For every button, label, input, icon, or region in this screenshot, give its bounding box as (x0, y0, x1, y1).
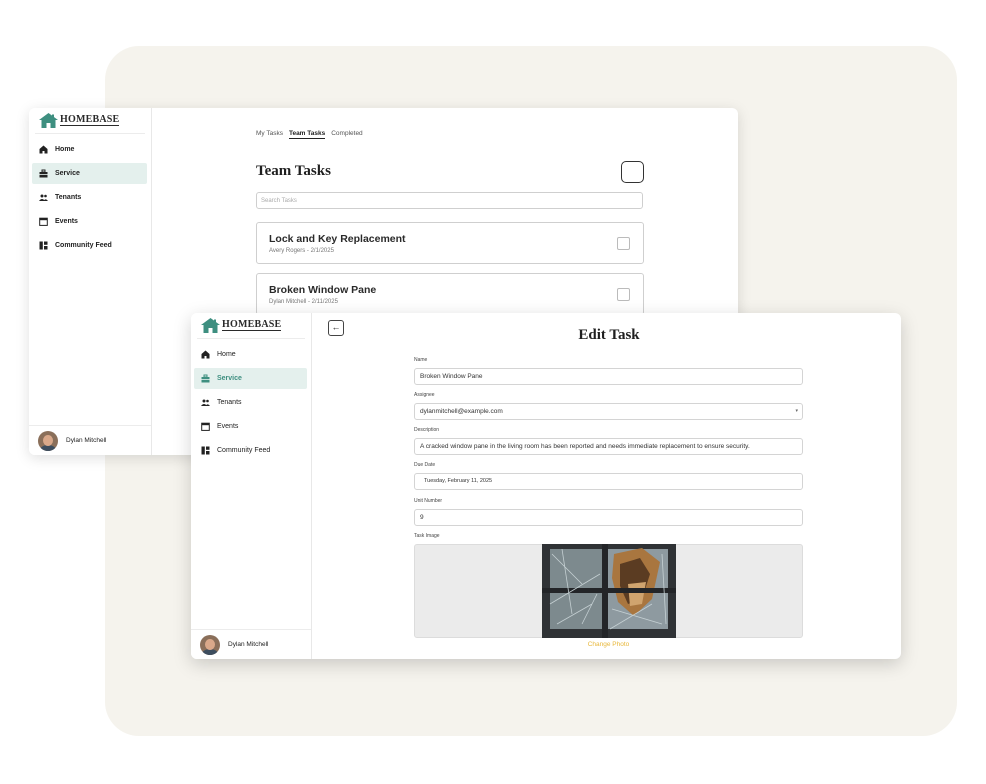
divider (197, 338, 305, 339)
sidebar-item-community-feed[interactable]: Community Feed (32, 235, 147, 256)
due-date-label: Due Date (414, 462, 436, 468)
sidebar-item-service[interactable]: Service (32, 163, 147, 184)
assignee-select[interactable]: dylanmitchell@example.com ▾ (414, 403, 803, 420)
sidebar-item-service[interactable]: Service (194, 368, 307, 389)
user-name: Dylan Mitchell (228, 641, 269, 648)
sidebar-item-label: Service (55, 170, 80, 177)
sidebar-nav: Home Service Tenants Events Community Fe… (194, 344, 307, 464)
unit-number-label: Unit Number (414, 498, 443, 504)
task-subtitle: Dylan Mitchell - 2/11/2025 (269, 299, 338, 305)
back-arrow-button[interactable]: ← (328, 320, 344, 336)
sidebar-item-label: Home (217, 351, 236, 358)
people-icon (201, 399, 210, 406)
description-field[interactable]: A cracked window pane in the living room… (414, 438, 803, 455)
divider (35, 133, 145, 134)
sidebar-item-label: Tenants (217, 399, 242, 406)
logo-text: HOMEBASE (222, 319, 282, 331)
toolbox-icon (201, 374, 210, 383)
assignee-label: Assignee (414, 392, 435, 398)
unit-number-field[interactable]: 9 (414, 509, 803, 526)
tab-team-tasks[interactable]: Team Tasks (288, 130, 326, 139)
user-name: Dylan Mitchell (66, 437, 107, 444)
sidebar-item-label: Community Feed (55, 242, 112, 249)
chevron-down-icon: ▾ (795, 408, 798, 414)
house-logo-icon (39, 113, 58, 128)
sidebar: HOMEBASE Home Service Tenants Events Com… (191, 313, 312, 659)
name-label: Name (414, 357, 428, 363)
house-logo-icon (201, 318, 220, 333)
people-icon (39, 194, 48, 201)
task-card[interactable]: Broken Window Pane Dylan Mitchell - 2/11… (256, 273, 644, 315)
sidebar-item-label: Events (55, 218, 78, 225)
task-checkbox[interactable] (617, 237, 630, 250)
sidebar-item-home[interactable]: Home (194, 344, 307, 365)
name-field[interactable]: Broken Window Pane (414, 368, 803, 385)
tab-completed[interactable]: Completed (331, 130, 362, 139)
sidebar-item-tenants[interactable]: Tenants (32, 187, 147, 208)
avatar (38, 430, 58, 451)
sidebar-item-events[interactable]: Events (194, 416, 307, 437)
grid-icon (201, 446, 210, 455)
task-subtitle: Avery Rogers - 2/1/2025 (269, 248, 334, 254)
sidebar-item-label: Home (55, 146, 75, 153)
sidebar-item-label: Service (217, 375, 242, 382)
task-card[interactable]: Lock and Key Replacement Avery Rogers - … (256, 222, 644, 264)
toolbox-icon (39, 169, 48, 178)
sidebar: HOMEBASE Home Service Tenants Events Com… (29, 108, 152, 455)
user-profile[interactable]: Dylan Mitchell (29, 425, 151, 455)
task-image-container (414, 544, 803, 638)
page-title: Edit Task (578, 327, 640, 343)
task-title: Broken Window Pane (269, 284, 377, 296)
sidebar-item-tenants[interactable]: Tenants (194, 392, 307, 413)
add-task-button[interactable] (621, 161, 644, 183)
task-tabs: My Tasks Team Tasks Completed (256, 130, 363, 139)
due-date-field[interactable]: Tuesday, February 11, 2025 (414, 473, 803, 490)
page-title: Team Tasks (256, 163, 331, 179)
logo[interactable]: HOMEBASE (39, 113, 120, 128)
calendar-icon (201, 422, 210, 431)
sidebar-item-home[interactable]: Home (32, 139, 147, 160)
task-checkbox[interactable] (617, 288, 630, 301)
sidebar-item-label: Events (217, 423, 239, 430)
assignee-value: dylanmitchell@example.com (420, 408, 503, 415)
grid-icon (39, 241, 48, 250)
home-icon (39, 145, 48, 154)
change-photo-link[interactable]: Change Photo (414, 641, 803, 648)
search-input[interactable]: Search Tasks (256, 192, 643, 209)
edit-task-window: HOMEBASE Home Service Tenants Events Com… (191, 313, 901, 659)
user-profile[interactable]: Dylan Mitchell (191, 629, 311, 659)
tab-my-tasks[interactable]: My Tasks (256, 130, 283, 139)
description-label: Description (414, 427, 440, 433)
sidebar-item-events[interactable]: Events (32, 211, 147, 232)
avatar (200, 634, 220, 655)
sidebar-nav: Home Service Tenants Events Community Fe… (32, 139, 147, 259)
sidebar-item-community-feed[interactable]: Community Feed (194, 440, 307, 461)
broken-window-image (542, 544, 676, 638)
sidebar-item-label: Community Feed (217, 447, 271, 454)
logo[interactable]: HOMEBASE (201, 318, 282, 333)
sidebar-item-label: Tenants (55, 194, 82, 201)
task-title: Lock and Key Replacement (269, 233, 406, 245)
logo-text: HOMEBASE (60, 114, 120, 126)
home-icon (201, 350, 210, 359)
calendar-icon (39, 217, 48, 226)
task-image-label: Task Image (414, 533, 440, 539)
